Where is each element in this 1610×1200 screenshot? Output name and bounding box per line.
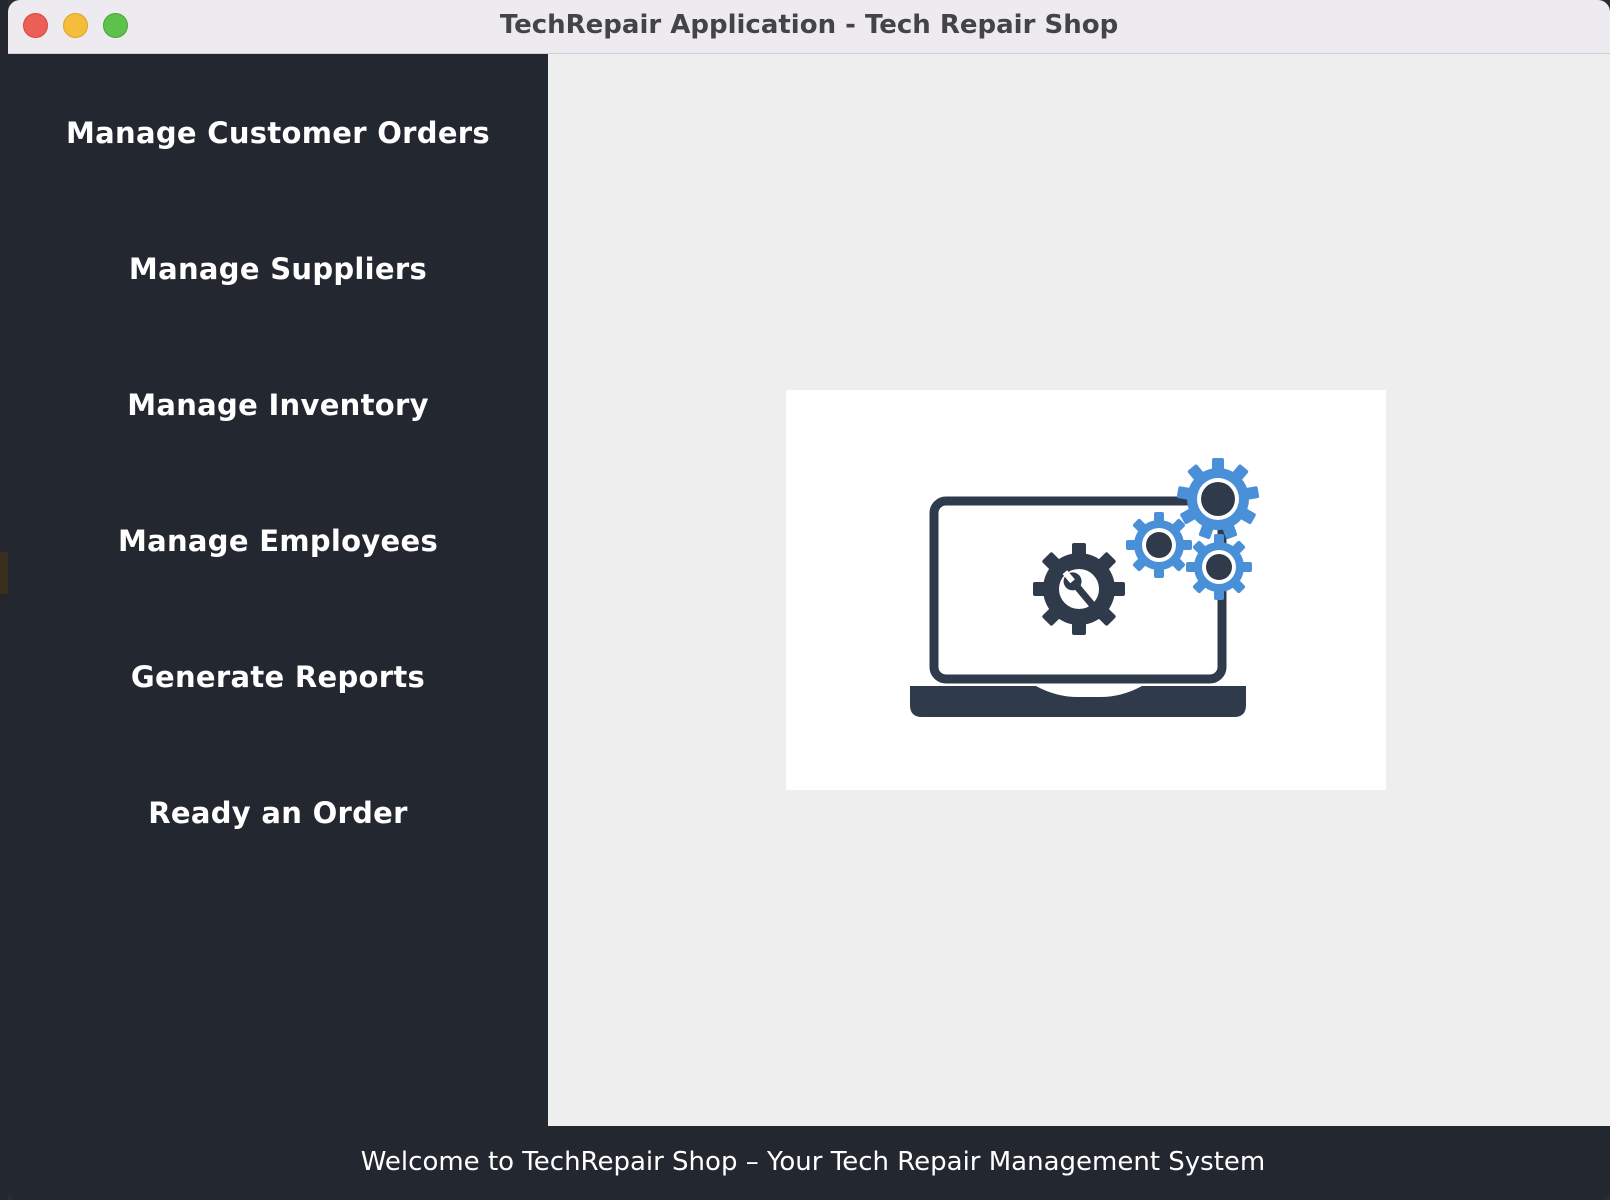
- ready-an-order-button[interactable]: Ready an Order: [8, 778, 548, 848]
- logo-image-panel: [786, 390, 1386, 790]
- backdrop-fragment: [0, 552, 8, 594]
- welcome-message: Welcome to TechRepair Shop – Your Tech R…: [360, 1147, 1266, 1177]
- desktop-backdrop: [0, 0, 8, 1200]
- generate-reports-button[interactable]: Generate Reports: [8, 642, 548, 712]
- window-title: TechRepair Application - Tech Repair Sho…: [499, 10, 1119, 40]
- main-content: [548, 54, 1610, 1126]
- backdrop-fragment: [0, 1058, 8, 1088]
- status-bar: Welcome to TechRepair Shop – Your Tech R…: [8, 1126, 1610, 1200]
- manage-employees-button[interactable]: Manage Employees: [8, 506, 548, 576]
- laptop-gears-icon: [910, 458, 1260, 717]
- title-bar: TechRepair Application - Tech Repair Sho…: [8, 0, 1610, 54]
- manage-suppliers-button[interactable]: Manage Suppliers: [8, 234, 548, 304]
- sidebar: Manage Customer Orders Manage Suppliers …: [8, 54, 548, 1126]
- manage-customer-orders-button[interactable]: Manage Customer Orders: [8, 98, 548, 168]
- manage-inventory-button[interactable]: Manage Inventory: [8, 370, 548, 440]
- backdrop-fragment: [0, 1100, 8, 1124]
- app-window: TechRepair Application - Tech Repair Sho…: [8, 0, 1610, 1200]
